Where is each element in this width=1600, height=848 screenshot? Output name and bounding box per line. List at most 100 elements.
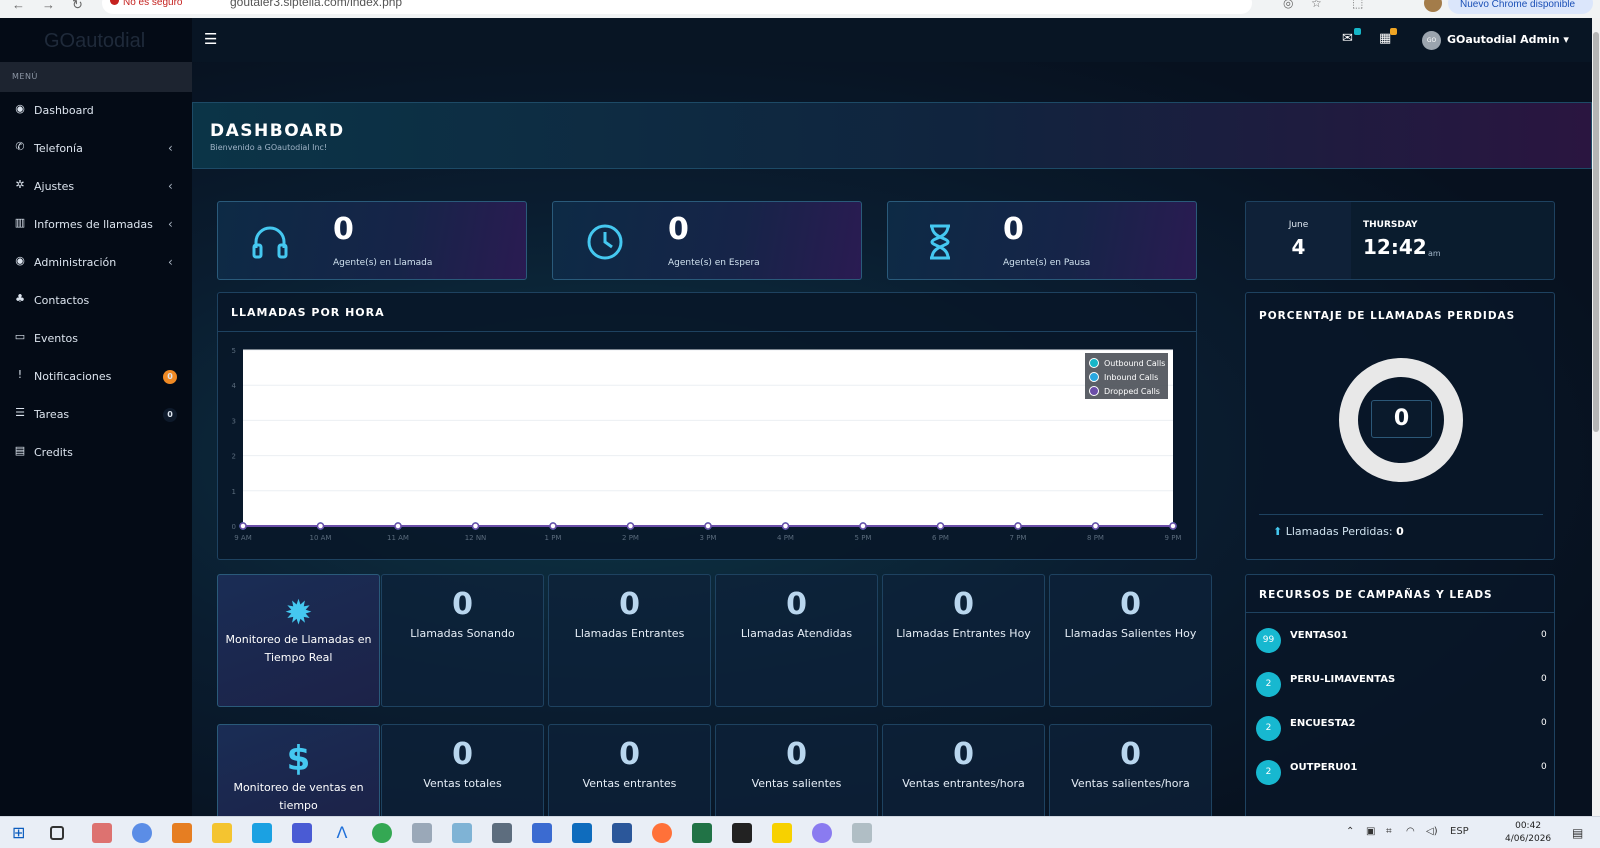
realtime_row-card[interactable]: 0 Llamadas Atendidas <box>715 574 878 707</box>
x-tick-label: 11 AM <box>387 534 409 542</box>
donut-value: 0 <box>1371 400 1432 438</box>
dollar-icon: $ <box>286 739 311 779</box>
campaign-row[interactable]: 99 VENTAS01 0 <box>1246 622 1554 666</box>
card-label: Llamadas Entrantes Hoy <box>896 627 1031 640</box>
x-tick-label: 2 PM <box>622 534 639 542</box>
user-avatar[interactable]: GO <box>1422 31 1441 50</box>
notification-center-icon[interactable]: ▤ <box>1572 826 1583 840</box>
sidebar-item-administraci-n[interactable]: ◉ Administración ‹ <box>0 244 192 282</box>
panel-divider <box>1246 612 1554 613</box>
sidebar-item-label: Telefonía <box>34 142 83 155</box>
calls-per-hour-panel: LLAMADAS POR HORA 0123459 AM 10 AM 11 AM 12… <box>217 292 1197 560</box>
y-tick-label: 5 <box>232 347 236 355</box>
file-explorer-icon[interactable] <box>212 823 232 843</box>
app-icon[interactable] <box>412 823 432 843</box>
campaign-avatar: 2 <box>1256 716 1281 741</box>
campaign-row[interactable]: 2 OUTPERU01 0 <box>1246 754 1554 798</box>
sidebar-item-notificaciones[interactable]: ! Notificaciones 0 <box>0 358 192 396</box>
firefox-icon[interactable] <box>652 823 672 843</box>
sidebar-item-credits[interactable]: ▤ Credits <box>0 434 192 472</box>
legend-label: Inbound Calls <box>1104 373 1158 382</box>
sidebar-item-contactos[interactable]: ♣ Contactos <box>0 282 192 320</box>
snipping-tool-icon[interactable] <box>92 823 112 843</box>
sticky-notes-icon[interactable] <box>772 823 792 843</box>
campaign-row[interactable]: 2 PERU-LIMAVENTAS 0 <box>1246 666 1554 710</box>
sidebar-item-dashboard[interactable]: ◉ Dashboard <box>0 92 192 130</box>
back-icon[interactable]: ← <box>12 0 25 12</box>
sales_row-card[interactable]: 0 Ventas salientes/hora <box>1049 724 1212 816</box>
network-app-icon[interactable] <box>532 823 552 843</box>
chevron-left-icon: ‹ <box>168 179 173 193</box>
realtime_row-card[interactable]: 0 Llamadas Entrantes <box>548 574 711 707</box>
store-icon[interactable] <box>252 823 272 843</box>
realtime_row-card[interactable]: 0 Llamadas Entrantes Hoy <box>882 574 1045 707</box>
stat-card-agents-in-call[interactable]: 0 Agente(s) en Llamada <box>217 201 527 280</box>
sidebar-menu: ◉ Dashboard ✆ Telefonía ‹ ✲ Ajustes ‹ ▥ Informes … <box>0 92 192 472</box>
app-icon[interactable] <box>812 823 832 843</box>
app-icon[interactable] <box>172 823 192 843</box>
user-menu[interactable]: GOautodial Admin ▾ <box>1447 33 1569 46</box>
sidebar-item-informes-de-llamadas[interactable]: ▥ Informes de llamadas ‹ <box>0 206 192 244</box>
task-view-icon[interactable] <box>50 826 64 840</box>
reload-icon[interactable]: ↻ <box>72 0 83 13</box>
tray-expand-icon[interactable]: ⌃ <box>1346 826 1354 837</box>
chrome-update-button[interactable]: Nuevo Chrome disponible <box>1448 0 1593 14</box>
taskbar-clock[interactable]: 00:42 4/06/2026 <box>1505 820 1551 846</box>
sales_row-card[interactable]: 0 Ventas totales <box>381 724 544 816</box>
incognito-icon[interactable]: ◎ <box>1283 0 1293 10</box>
copilot-icon[interactable] <box>132 823 152 843</box>
card-label: Ventas salientes <box>751 777 842 790</box>
realtime-sales-monitor-card[interactable]: $ Monitoreo de ventas en tiempo <box>217 724 380 816</box>
tray-app-icon[interactable]: ⌗ <box>1386 826 1392 837</box>
app-icon[interactable] <box>852 823 872 843</box>
language-indicator[interactable]: ESP <box>1450 826 1469 837</box>
stat-label: Agente(s) en Pausa <box>1003 258 1091 268</box>
app-icon[interactable] <box>292 823 312 843</box>
forward-icon[interactable]: → <box>42 0 55 12</box>
card-label: Ventas totales <box>423 777 502 790</box>
outlook-icon[interactable] <box>572 823 592 843</box>
campaign-name: ENCUESTA2 <box>1290 718 1356 729</box>
scrollbar-thumb[interactable] <box>1593 32 1599 432</box>
calls-per-hour-chart[interactable]: 0 1 2 3 4 5 9 AM 10 AM 11 AM 12 NN 1 PM 2 PM 3 PM 4 P… <box>218 293 1198 561</box>
windows-start-icon[interactable]: ⊞ <box>12 823 32 843</box>
app-icon[interactable] <box>492 823 512 843</box>
volume-icon[interactable]: ◁) <box>1426 826 1438 837</box>
app-logo[interactable]: GOautodial <box>0 18 192 62</box>
word-icon[interactable] <box>612 823 632 843</box>
campaign-row[interactable]: 2 ENCUESTA2 0 <box>1246 710 1554 754</box>
profile-avatar[interactable] <box>1424 0 1442 12</box>
phone-icon: ✆ <box>15 140 25 153</box>
mail-icon[interactable]: ✉ <box>1342 31 1353 46</box>
sidebar-item-eventos[interactable]: ▭ Eventos <box>0 320 192 358</box>
card-label: Llamadas Entrantes <box>574 627 685 640</box>
tray-app-icon[interactable]: ▣ <box>1366 826 1375 837</box>
sales_row-card[interactable]: 0 Ventas entrantes <box>548 724 711 816</box>
extensions-icon[interactable]: ⬚ <box>1352 0 1363 10</box>
page-scrollbar[interactable] <box>1592 18 1600 816</box>
date-day: 4 <box>1291 235 1306 259</box>
security-indicator[interactable]: No es seguro <box>110 0 182 8</box>
wifi-icon[interactable]: ◠ <box>1406 826 1415 837</box>
terminal-icon[interactable] <box>732 823 752 843</box>
excel-icon[interactable] <box>692 823 712 843</box>
campaign-count: 0 <box>1541 718 1547 728</box>
sidebar: GOautodial MENÚ ◉ Dashboard ✆ Telefonía ‹ ✲ Aj… <box>0 18 192 816</box>
sales_row-card[interactable]: 0 Ventas entrantes/hora <box>882 724 1045 816</box>
chrome-icon[interactable] <box>372 823 392 843</box>
app-icon[interactable] <box>452 823 472 843</box>
url-text[interactable]: goutaler3.siptelia.com/index.php <box>230 0 402 9</box>
sidebar-item-ajustes[interactable]: ✲ Ajustes ‹ <box>0 168 192 206</box>
page-subtitle: Bienvenido a GOautodial Inc! <box>210 143 328 152</box>
hamburger-menu-icon[interactable]: ☰ <box>204 30 217 48</box>
sidebar-item-telefon-a[interactable]: ✆ Telefonía ‹ <box>0 130 192 168</box>
stat-card-agents-waiting[interactable]: 0 Agente(s) en Espera <box>552 201 862 280</box>
realtime-calls-monitor-card[interactable]: ✹ Monitoreo de Llamadas en Tiempo Real <box>217 574 380 707</box>
sales_row-card[interactable]: 0 Ventas salientes <box>715 724 878 816</box>
stat-card-agents-paused[interactable]: 0 Agente(s) en Pausa <box>887 201 1197 280</box>
sidebar-item-tareas[interactable]: ☰ Tareas 0 <box>0 396 192 434</box>
app-icon[interactable]: Λ <box>332 823 352 843</box>
bookmark-star-icon[interactable]: ☆ <box>1311 0 1322 10</box>
realtime_row-card[interactable]: 0 Llamadas Sonando <box>381 574 544 707</box>
realtime_row-card[interactable]: 0 Llamadas Salientes Hoy <box>1049 574 1212 707</box>
